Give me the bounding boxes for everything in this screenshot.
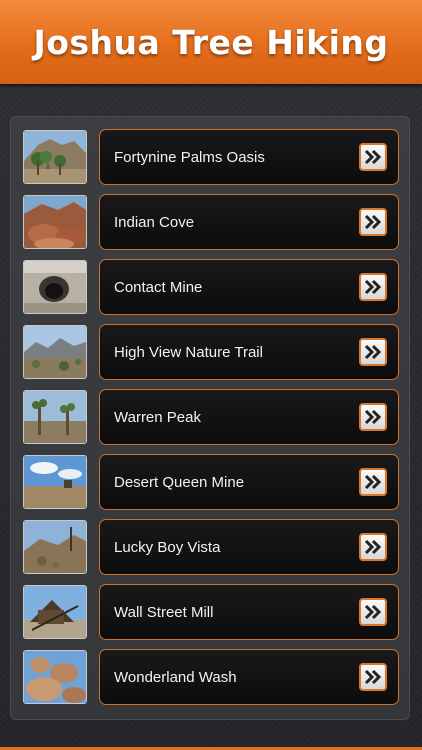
- trail-item-lucky-boy-vista[interactable]: Lucky Boy Vista: [99, 519, 399, 575]
- red-rocks-photo[interactable]: [23, 195, 87, 249]
- trail-item-label: Warren Peak: [114, 408, 201, 426]
- double-chevron-right-icon[interactable]: [359, 208, 387, 236]
- trail-item-label: Fortynine Palms Oasis: [114, 148, 265, 166]
- trail-row-wonderland-wash: Wonderland Wash: [23, 649, 399, 705]
- trail-row-indian-cove: Indian Cove: [23, 194, 399, 250]
- mountain-view-photo[interactable]: [23, 325, 87, 379]
- app-header: Joshua Tree Hiking: [0, 0, 422, 84]
- mine-tunnel-photo[interactable]: [23, 260, 87, 314]
- double-chevron-right-icon[interactable]: [359, 598, 387, 626]
- trail-row-fortynine-palms-oasis: Fortynine Palms Oasis: [23, 129, 399, 185]
- joshua-trees-photo[interactable]: [23, 390, 87, 444]
- trail-item-label: High View Nature Trail: [114, 343, 263, 361]
- trail-item-wall-street-mill[interactable]: Wall Street Mill: [99, 584, 399, 640]
- trail-item-label: Desert Queen Mine: [114, 473, 245, 491]
- palm-oasis-photo[interactable]: [23, 130, 87, 184]
- double-chevron-right-icon[interactable]: [359, 533, 387, 561]
- rocky-hill-photo[interactable]: [23, 520, 87, 574]
- desert-sky-photo[interactable]: [23, 455, 87, 509]
- trail-item-label: Wonderland Wash: [114, 668, 237, 686]
- app-title: Joshua Tree Hiking: [33, 22, 389, 62]
- trail-item-fortynine-palms-oasis[interactable]: Fortynine Palms Oasis: [99, 129, 399, 185]
- double-chevron-right-icon[interactable]: [359, 143, 387, 171]
- boulders-photo[interactable]: [23, 650, 87, 704]
- double-chevron-right-icon[interactable]: [359, 403, 387, 431]
- trail-row-warren-peak: Warren Peak: [23, 389, 399, 445]
- trail-row-lucky-boy-vista: Lucky Boy Vista: [23, 519, 399, 575]
- trail-item-wonderland-wash[interactable]: Wonderland Wash: [99, 649, 399, 705]
- trail-item-label: Lucky Boy Vista: [114, 538, 221, 556]
- trail-item-label: Contact Mine: [114, 278, 203, 296]
- trail-row-contact-mine: Contact Mine: [23, 259, 399, 315]
- trail-list: Fortynine Palms Oasis Indian Cove Contac…: [10, 116, 410, 720]
- trail-row-wall-street-mill: Wall Street Mill: [23, 584, 399, 640]
- trail-item-warren-peak[interactable]: Warren Peak: [99, 389, 399, 445]
- trail-row-high-view-nature-trail: High View Nature Trail: [23, 324, 399, 380]
- trail-item-desert-queen-mine[interactable]: Desert Queen Mine: [99, 454, 399, 510]
- double-chevron-right-icon[interactable]: [359, 338, 387, 366]
- trail-row-desert-queen-mine: Desert Queen Mine: [23, 454, 399, 510]
- double-chevron-right-icon[interactable]: [359, 468, 387, 496]
- trail-item-high-view-nature-trail[interactable]: High View Nature Trail: [99, 324, 399, 380]
- old-mill-photo[interactable]: [23, 585, 87, 639]
- trail-item-label: Wall Street Mill: [114, 603, 214, 621]
- double-chevron-right-icon[interactable]: [359, 663, 387, 691]
- double-chevron-right-icon[interactable]: [359, 273, 387, 301]
- trail-item-indian-cove[interactable]: Indian Cove: [99, 194, 399, 250]
- trail-item-label: Indian Cove: [114, 213, 195, 231]
- trail-item-contact-mine[interactable]: Contact Mine: [99, 259, 399, 315]
